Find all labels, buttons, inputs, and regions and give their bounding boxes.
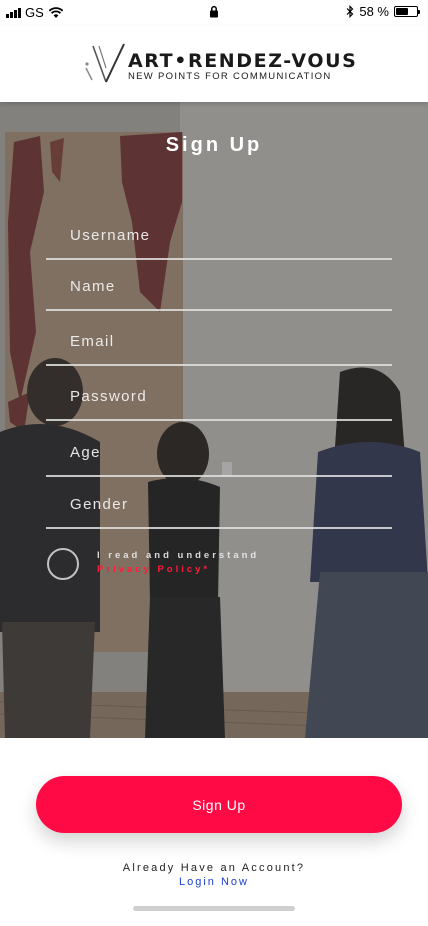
agree-text: I read and understand xyxy=(97,550,260,561)
battery-fill xyxy=(396,8,408,15)
username-placeholder: Username xyxy=(70,227,151,244)
signal-icon xyxy=(6,7,21,18)
lock-icon xyxy=(209,5,219,21)
logo-icon xyxy=(85,43,125,83)
battery-percent: 58 % xyxy=(359,4,389,19)
sign-up-button[interactable]: Sign Up xyxy=(36,776,402,833)
age-placeholder: Age xyxy=(70,444,101,461)
wifi-icon xyxy=(48,6,64,18)
home-indicator[interactable] xyxy=(133,906,295,911)
battery-icon xyxy=(394,6,420,17)
status-bar: GS 58 % xyxy=(0,0,428,26)
email-placeholder: Email xyxy=(70,333,115,350)
login-now-link[interactable]: Login Now xyxy=(0,876,428,888)
already-account-text: Already Have an Account? xyxy=(122,862,306,874)
name-field[interactable]: Name xyxy=(46,267,392,311)
agree-checkbox[interactable] xyxy=(47,548,79,580)
username-field[interactable]: Username xyxy=(46,216,392,260)
signup-form-area: Sign Up Username Name Email Password Age… xyxy=(0,102,428,738)
status-left: GS xyxy=(6,5,64,20)
privacy-policy-link[interactable]: Privacy Policy* xyxy=(97,564,210,575)
carrier-name: GS xyxy=(25,5,44,20)
age-field[interactable]: Age xyxy=(46,433,392,477)
email-field[interactable]: Email xyxy=(46,322,392,366)
status-right: 58 % xyxy=(346,4,420,19)
logo-subtitle: NEW POINTS FOR COMMUNICATION xyxy=(128,71,332,82)
app-header: ART•RENDEZ-VOUS NEW POINTS FOR COMMUNICA… xyxy=(0,26,428,102)
gender-field[interactable]: Gender xyxy=(46,485,392,529)
password-placeholder: Password xyxy=(70,388,148,405)
page-title: Sign Up xyxy=(165,134,263,156)
name-placeholder: Name xyxy=(70,278,116,295)
password-field[interactable]: Password xyxy=(46,377,392,421)
bluetooth-icon xyxy=(346,5,354,18)
logo-title: ART•RENDEZ-VOUS xyxy=(128,50,358,72)
gender-placeholder: Gender xyxy=(70,496,129,513)
